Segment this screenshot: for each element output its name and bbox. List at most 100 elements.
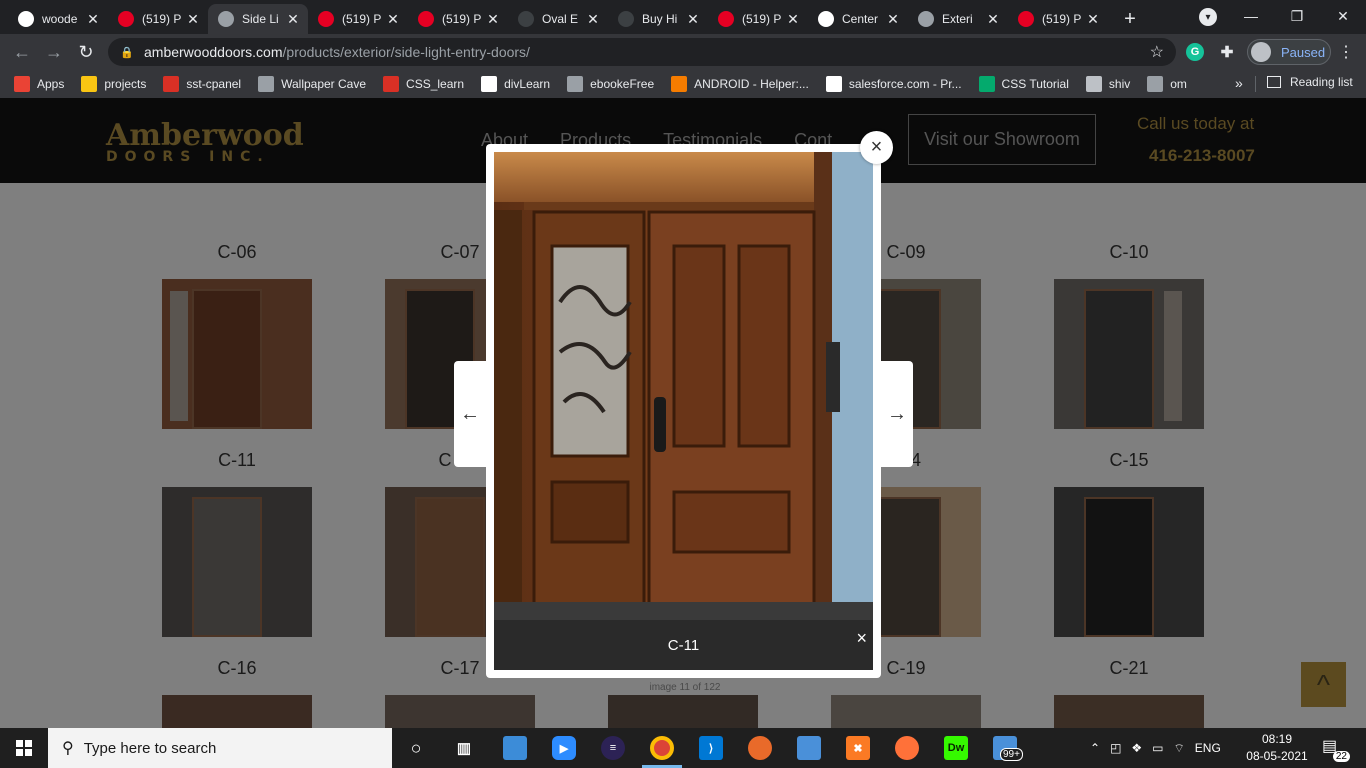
- battery-icon[interactable]: ▭: [1152, 741, 1163, 755]
- eclipse-icon[interactable]: ≡: [601, 736, 625, 760]
- gallery-thumb[interactable]: [162, 487, 312, 637]
- browser-tab[interactable]: Center ✕: [808, 4, 908, 34]
- globe-icon: [218, 11, 234, 27]
- tab-close-icon[interactable]: ✕: [86, 11, 100, 28]
- bookmark-label: projects: [104, 77, 147, 91]
- tab-close-icon[interactable]: ✕: [586, 11, 600, 28]
- taskbar-search[interactable]: ⚲ Type here to search: [48, 728, 392, 768]
- bookmark-item[interactable]: CSS Tutorial: [978, 76, 1069, 92]
- zoom-icon[interactable]: ▶: [552, 736, 576, 760]
- browser-tab[interactable]: (519) P ✕: [408, 4, 508, 34]
- bookmark-item[interactable]: ebookeFree: [567, 76, 654, 92]
- browser-tab[interactable]: (519) P ✕: [708, 4, 808, 34]
- bookmark-item[interactable]: divLearn: [481, 76, 550, 92]
- bookmark-star-icon[interactable]: ☆: [1150, 42, 1164, 62]
- tab-close-icon[interactable]: ✕: [886, 11, 900, 28]
- chrome-icon[interactable]: [650, 736, 674, 760]
- xampp-icon[interactable]: ✖: [846, 736, 870, 760]
- logo-wordmark: Amberwood: [106, 118, 304, 153]
- tray-app-icon[interactable]: ◰: [1110, 741, 1121, 755]
- gallery-thumb[interactable]: [608, 695, 758, 728]
- search-icon: ⚲: [62, 740, 74, 757]
- dropbox-icon[interactable]: ❖: [1131, 741, 1142, 755]
- new-tab-button[interactable]: +: [1116, 4, 1144, 34]
- extensions-puzzle-icon[interactable]: ✚: [1218, 43, 1236, 61]
- tab-title: (519) P: [442, 12, 482, 26]
- tab-close-icon[interactable]: ✕: [986, 11, 1000, 28]
- site-logo[interactable]: Amberwood DOORS INC.: [106, 118, 304, 165]
- wifi-icon[interactable]: ⌔: [1174, 741, 1185, 756]
- phone-number[interactable]: 416-213-8007: [1149, 146, 1255, 166]
- restore-icon[interactable]: ❐: [1274, 0, 1320, 32]
- bookmark-item[interactable]: sst-cpanel: [163, 76, 241, 92]
- browser-tab[interactable]: (519) P ✕: [108, 4, 208, 34]
- bookmark-label: ebookeFree: [590, 77, 655, 91]
- gallery-thumb[interactable]: [162, 279, 312, 429]
- browser-tab[interactable]: Oval E ✕: [508, 4, 608, 34]
- monitor-app-icon[interactable]: [797, 736, 821, 760]
- reload-icon[interactable]: ↻: [70, 36, 102, 68]
- tab-search-icon[interactable]: ▾: [1199, 8, 1217, 26]
- dreamweaver-icon[interactable]: Dw: [944, 736, 968, 760]
- tab-close-icon[interactable]: ✕: [786, 11, 800, 28]
- gallery-thumb[interactable]: [831, 695, 981, 728]
- tab-close-icon[interactable]: ✕: [486, 11, 500, 28]
- bookmark-item[interactable]: CSS_learn: [383, 76, 464, 92]
- tab-close-icon[interactable]: ✕: [1086, 11, 1100, 28]
- back-to-top-button[interactable]: ^: [1301, 662, 1346, 707]
- task-view-icon[interactable]: ▥: [452, 736, 476, 760]
- gallery-thumb[interactable]: [385, 695, 535, 728]
- forward-icon[interactable]: →: [38, 36, 70, 68]
- firefox-icon[interactable]: [895, 736, 919, 760]
- tray-expand-icon[interactable]: ⌃: [1090, 741, 1100, 755]
- tab-title: (519) P: [142, 12, 182, 26]
- tab-title: Buy Hi: [642, 12, 678, 26]
- browser-tab[interactable]: (519) P ✕: [1008, 4, 1108, 34]
- chrome-menu-icon[interactable]: ⋮: [1338, 42, 1354, 62]
- reading-list-button[interactable]: Reading list: [1267, 75, 1353, 89]
- bookmark-item[interactable]: Apps: [14, 76, 64, 92]
- gallery-thumb[interactable]: [162, 695, 312, 728]
- paint3d-icon[interactable]: [748, 736, 772, 760]
- browser-tab[interactable]: Buy Hi ✕: [608, 4, 708, 34]
- close-window-icon[interactable]: ✕: [1320, 0, 1366, 32]
- bookmark-item[interactable]: shiv: [1085, 76, 1130, 92]
- visit-showroom-button[interactable]: Visit our Showroom: [908, 114, 1096, 165]
- browser-tab[interactable]: Side Li ✕: [208, 4, 308, 34]
- bookmark-item[interactable]: Wallpaper Cave: [258, 76, 366, 92]
- back-icon[interactable]: ←: [6, 36, 38, 68]
- profile-button[interactable]: Paused: [1247, 39, 1331, 65]
- tab-close-icon[interactable]: ✕: [286, 11, 300, 28]
- tab-close-icon[interactable]: ✕: [686, 11, 700, 28]
- cortana-icon[interactable]: ○: [404, 736, 428, 760]
- notification-center-icon[interactable]: ▤ 22: [1322, 736, 1350, 762]
- browser-tab[interactable]: woode ✕: [8, 4, 108, 34]
- tab-close-icon[interactable]: ✕: [386, 11, 400, 28]
- bookmark-item[interactable]: projects: [81, 76, 146, 92]
- bookmark-item[interactable]: om: [1147, 76, 1187, 92]
- language-indicator[interactable]: ENG: [1195, 741, 1221, 755]
- grammarly-icon[interactable]: G: [1186, 43, 1204, 61]
- gallery-thumb[interactable]: [1054, 695, 1204, 728]
- pinterest-icon: [318, 11, 334, 27]
- gallery-thumb[interactable]: [1054, 487, 1204, 637]
- tab-close-icon[interactable]: ✕: [186, 11, 200, 28]
- start-button[interactable]: [0, 728, 48, 768]
- more-bookmarks-icon[interactable]: »: [1235, 75, 1243, 91]
- app-icon[interactable]: [503, 736, 527, 760]
- minimize-icon[interactable]: —: [1228, 0, 1274, 32]
- caption-close-icon[interactable]: ×: [856, 628, 867, 649]
- lightbox-next-button[interactable]: →: [881, 361, 913, 467]
- lightbox-close-button[interactable]: ×: [860, 131, 893, 164]
- gallery-thumb[interactable]: [1054, 279, 1204, 429]
- bookmark-item[interactable]: salesforce.com - Pr...: [825, 76, 962, 92]
- lightbox-prev-button[interactable]: ←: [454, 361, 486, 467]
- taskbar-clock[interactable]: 08:19 08-05-2021: [1245, 731, 1309, 765]
- vscode-icon[interactable]: ⟩: [699, 736, 723, 760]
- browser-tab[interactable]: (519) P ✕: [308, 4, 408, 34]
- pinterest-icon: [1018, 11, 1034, 27]
- bookmark-item[interactable]: ANDROID - Helper:...: [671, 76, 809, 92]
- address-bar[interactable]: 🔒 amberwooddoors.com/products/exterior/s…: [108, 38, 1176, 66]
- browser-tab[interactable]: Exteri ✕: [908, 4, 1008, 34]
- amazon-icon: [818, 11, 834, 27]
